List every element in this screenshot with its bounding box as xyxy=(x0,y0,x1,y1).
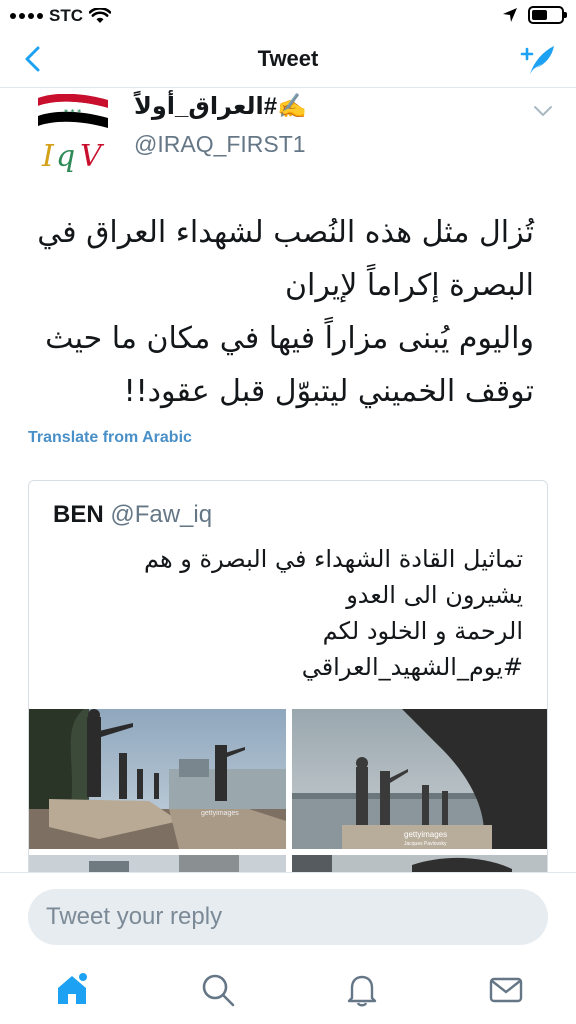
messages-icon[interactable] xyxy=(486,970,526,1010)
quoted-text-line: #يوم_الشهيد_العراقي xyxy=(301,653,523,681)
quoted-text-line: يشيرون الى العدو xyxy=(346,581,523,609)
wifi-icon xyxy=(89,8,111,23)
author-handle: @IRAQ_FIRST1 xyxy=(134,131,306,157)
status-bar: STC xyxy=(0,0,576,32)
svg-text:I: I xyxy=(41,139,55,174)
tweet-author[interactable]: ✍️#العراق_أولاً @IRAQ_FIRST1 xyxy=(134,92,307,158)
photo-credit: Jacques Pavlovsky xyxy=(404,841,447,847)
tweet-text-line: البصرة إكراماً لإيران xyxy=(285,268,534,303)
tweet-text: تُزال مثل هذه النُصب لشهداء العراق في ال… xyxy=(26,206,534,418)
svg-text:q: q xyxy=(56,139,75,174)
avatar[interactable]: * * * I q V xyxy=(34,94,112,176)
statues-photo[interactable]: gettyimages Jacques Pavlovsky xyxy=(292,709,548,849)
carrier-name: STC xyxy=(49,6,83,25)
status-bar-left: STC xyxy=(10,6,111,26)
svg-text:* * *: * * * xyxy=(64,108,81,117)
notifications-icon[interactable] xyxy=(342,970,382,1010)
battery-level xyxy=(532,10,548,20)
reply-input[interactable] xyxy=(28,889,548,945)
home-icon[interactable] xyxy=(52,970,92,1010)
tweet-text-line: توقف الخميني ليتبوّل قبل عقود!! xyxy=(123,374,534,409)
watermark: gettyimages xyxy=(404,830,447,839)
battery-icon xyxy=(528,6,567,24)
status-bar-right xyxy=(502,6,567,24)
quoted-tweet-author: BEN @Faw_iq xyxy=(53,501,212,529)
reply-bar xyxy=(0,872,576,952)
quoted-author-name: BEN xyxy=(53,501,104,528)
chevron-down-icon[interactable] xyxy=(532,104,554,118)
quoted-text-line: تماثيل القادة الشهداء في البصرة و هم xyxy=(144,545,523,573)
svg-text:V: V xyxy=(80,139,105,174)
quoted-tweet-text: تماثيل القادة الشهداء في البصرة و هم يشي… xyxy=(99,541,523,685)
quoted-text-line: الرحمة و الخلود لكم xyxy=(322,617,523,645)
tweet-text-line: تُزال مثل هذه النُصب لشهداء العراق في xyxy=(37,215,534,250)
tab-bar xyxy=(0,952,576,1024)
statues-photo[interactable]: gettyimages xyxy=(29,709,286,849)
translate-link[interactable]: Translate from Arabic xyxy=(28,429,192,447)
tweet-text-line: واليوم يُبنى مزاراً فيها في مكان ما حيث xyxy=(45,321,534,356)
quoted-tweet[interactable]: BEN @Faw_iq تماثيل القادة الشهداء في الب… xyxy=(28,480,548,900)
compose-tweet-icon[interactable] xyxy=(518,42,558,78)
search-icon[interactable] xyxy=(198,970,238,1010)
page-title: Tweet xyxy=(257,46,319,71)
signal-strength-icon xyxy=(10,13,43,19)
author-display-name: ✍️#العراق_أولاً xyxy=(134,93,307,120)
quoted-author-handle: @Faw_iq xyxy=(110,501,213,528)
location-arrow-icon xyxy=(503,8,517,22)
nav-bar: Tweet xyxy=(0,32,576,88)
watermark: gettyimages xyxy=(201,810,239,817)
